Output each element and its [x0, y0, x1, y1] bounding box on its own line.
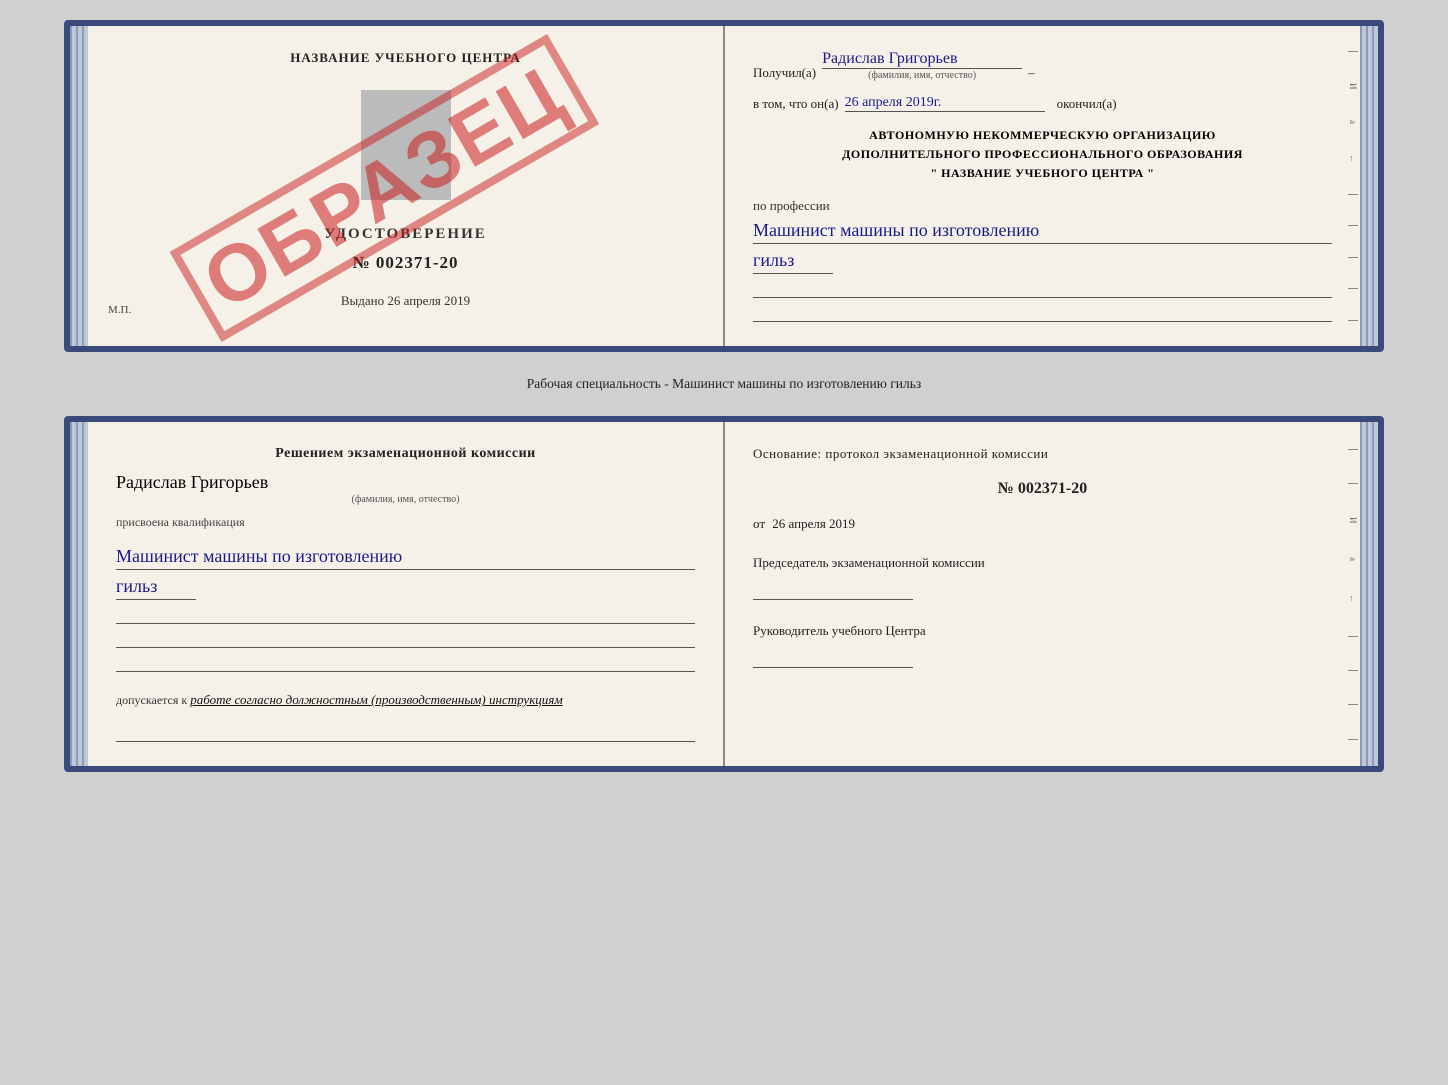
bottom-person-group: Радислав Григорьев (фамилия, имя, отчест… — [116, 472, 695, 505]
specialty-label-row: Рабочая специальность - Машинист машины … — [527, 370, 921, 398]
director-sig-line — [753, 644, 913, 668]
profession-line2: гильз — [753, 248, 833, 274]
photo-placeholder — [361, 90, 451, 200]
допуск-label: допускается к — [116, 693, 187, 707]
допуск-text: работе согласно должностным (производств… — [190, 692, 562, 707]
date-line: от 26 апреля 2019 — [753, 516, 1332, 532]
protocol-number: № 002371-20 — [753, 480, 1332, 498]
bottom-name-sub: (фамилия, имя, отчество) — [116, 494, 695, 505]
bottom-doc-left: Решением экзаменационной комиссии Радисл… — [88, 422, 725, 766]
issued-label: Выдано — [341, 293, 384, 308]
received-label: Получил(а) — [753, 65, 816, 81]
completion-date: 26 апреля 2019г. — [845, 95, 1045, 112]
protocol-date: 26 апреля 2019 — [772, 516, 855, 531]
side-ticks-bottom: И а ← — [1344, 422, 1360, 766]
profession-label: по профессии — [753, 198, 1332, 214]
director-block: Руководитель учебного Центра — [753, 622, 1332, 668]
qual-underline1 — [116, 602, 695, 624]
bottom-doc-right: Основание: протокол экзаменационной коми… — [725, 422, 1360, 766]
org-block: АВТОНОМНУЮ НЕКОММЕРЧЕСКУЮ ОРГАНИЗАЦИЮ ДО… — [753, 126, 1332, 184]
bottom-document: Решением экзаменационной комиссии Радисл… — [64, 416, 1384, 772]
in-that-line: в том, что он(а) 26 апреля 2019г. окончи… — [753, 95, 1332, 112]
side-ticks-top: И а ← — [1344, 26, 1360, 346]
finished-label: окончил(а) — [1057, 96, 1117, 112]
chairman-label: Председатель экзаменационной комиссии — [753, 554, 1332, 572]
spine-right — [1360, 26, 1378, 346]
page-container: НАЗВАНИЕ УЧЕБНОГО ЦЕНТРА УДОСТОВЕРЕНИЕ №… — [20, 20, 1428, 772]
spine-bottom-right — [1360, 422, 1378, 766]
top-doc-left: НАЗВАНИЕ УЧЕБНОГО ЦЕНТРА УДОСТОВЕРЕНИЕ №… — [88, 26, 725, 346]
name-sub-top: (фамилия, имя, отчество) — [822, 70, 1022, 81]
received-line: Получил(а) Радислав Григорьев (фамилия, … — [753, 50, 1332, 81]
assigned-label: присвоена квалификация — [116, 515, 695, 530]
bottom-person-name: Радислав Григорьев — [116, 472, 695, 493]
in-that-label: в том, что он(а) — [753, 96, 839, 112]
issued-date: 26 апреля 2019 — [387, 293, 470, 308]
top-document: НАЗВАНИЕ УЧЕБНОГО ЦЕНТРА УДОСТОВЕРЕНИЕ №… — [64, 20, 1384, 352]
qual-underline2 — [116, 626, 695, 648]
recipient-name: Радислав Григорьев — [822, 50, 1022, 69]
underline2 — [753, 300, 1332, 322]
issued-line: Выдано 26 апреля 2019 — [116, 293, 695, 309]
допуск-underline — [116, 720, 695, 742]
profession-block: по профессии Машинист машины по изготовл… — [753, 198, 1332, 322]
decision-text: Решением экзаменационной комиссии — [116, 446, 695, 462]
date-prefix: от — [753, 516, 765, 531]
cert-number: № 002371-20 — [116, 253, 695, 273]
qualification-line1: Машинист машины по изготовлению — [116, 544, 695, 570]
profession-line1: Машинист машины по изготовлению — [753, 218, 1332, 244]
chairman-block: Председатель экзаменационной комиссии — [753, 554, 1332, 600]
qualification-block: Машинист машины по изготовлению гильз — [116, 540, 695, 672]
top-doc-right: Получил(а) Радислав Григорьев (фамилия, … — [725, 26, 1360, 346]
mp-label: М.П. — [108, 304, 131, 316]
spine-bottom-left — [70, 422, 88, 766]
spine-left — [70, 26, 88, 346]
org-line1: АВТОНОМНУЮ НЕКОММЕРЧЕСКУЮ ОРГАНИЗАЦИЮ — [753, 126, 1332, 145]
org-quote: " НАЗВАНИЕ УЧЕБНОГО ЦЕНТРА " — [753, 164, 1332, 183]
basis-label: Основание: протокол экзаменационной коми… — [753, 446, 1332, 462]
cert-label: УДОСТОВЕРЕНИЕ — [116, 226, 695, 243]
chairman-sig-line — [753, 576, 913, 600]
допуск-block: допускается к работе согласно должностны… — [116, 692, 695, 708]
recipient-group: Радислав Григорьев (фамилия, имя, отчест… — [822, 50, 1022, 81]
org-line2: ДОПОЛНИТЕЛЬНОГО ПРОФЕССИОНАЛЬНОГО ОБРАЗО… — [753, 145, 1332, 164]
director-label: Руководитель учебного Центра — [753, 622, 1332, 640]
qual-underline3 — [116, 650, 695, 672]
underline1 — [753, 276, 1332, 298]
school-title-top: НАЗВАНИЕ УЧЕБНОГО ЦЕНТРА — [116, 50, 695, 66]
specialty-text: Рабочая специальность - Машинист машины … — [527, 376, 921, 391]
qualification-line2: гильз — [116, 574, 196, 600]
